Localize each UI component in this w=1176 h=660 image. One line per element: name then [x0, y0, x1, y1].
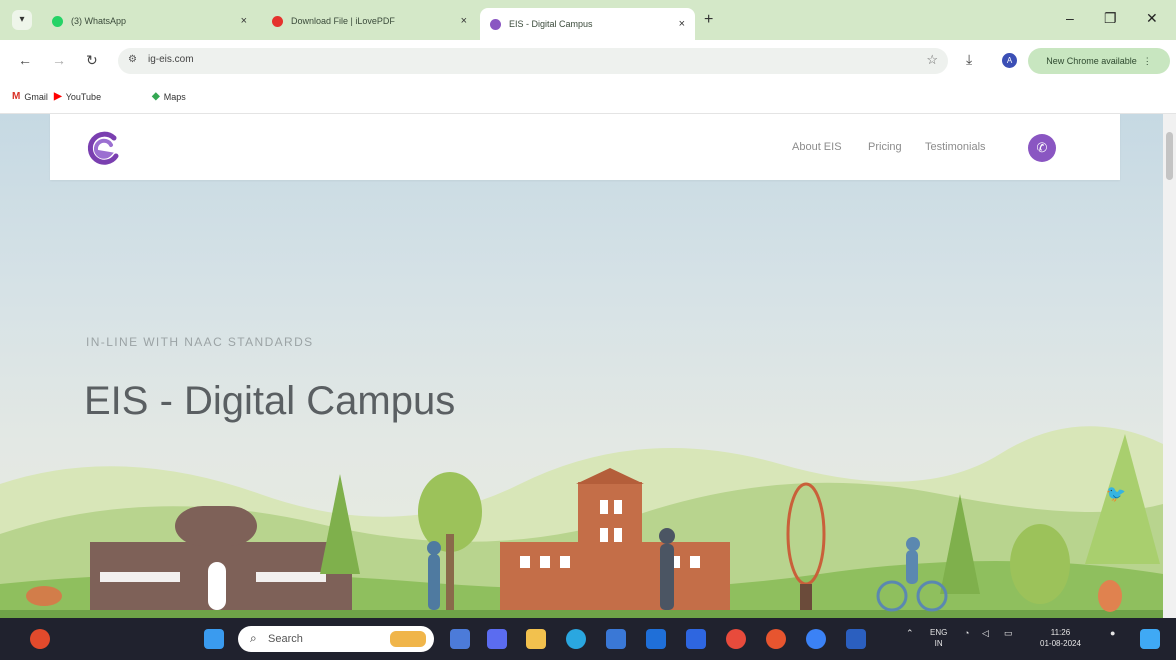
eis-logo-icon[interactable]	[84, 128, 124, 168]
address-bar[interactable]: ⚙ ig-eis.com ☆	[118, 48, 948, 74]
copilot-icon[interactable]	[1140, 629, 1160, 649]
language-indicator[interactable]: ENG IN	[930, 627, 947, 649]
bookmark-youtube[interactable]: ▶ YouTube	[54, 91, 101, 102]
clock-time: 11:26	[1050, 628, 1071, 637]
close-icon[interactable]: ×	[241, 15, 247, 27]
task-view-icon[interactable]	[450, 629, 470, 649]
hero-title: EIS - Digital Campus	[84, 379, 456, 423]
url-text[interactable]: ig-eis.com	[148, 54, 194, 65]
close-icon[interactable]: ×	[461, 15, 467, 27]
chrome-update-button[interactable]: New Chrome available ⋮	[1028, 48, 1170, 74]
app-icon[interactable]	[806, 629, 826, 649]
chat-icon[interactable]	[487, 629, 507, 649]
bookmark-star-icon[interactable]: ☆	[926, 52, 938, 68]
bookmark-label: Gmail	[24, 91, 48, 102]
chrome-icon[interactable]	[726, 629, 746, 649]
bookmark-label: Maps	[163, 91, 186, 102]
scroll-thumb[interactable]	[1166, 132, 1173, 180]
restore-icon[interactable]: ❐	[1104, 10, 1117, 27]
clock[interactable]: 11:26 01-08-2024	[1040, 627, 1081, 649]
tab-ilovepdf[interactable]: Download File | iLovePDF ×	[262, 7, 477, 35]
phone-icon[interactable]: ✆	[1028, 134, 1056, 162]
download-icon[interactable]: ⤓	[966, 51, 972, 68]
store-icon[interactable]	[646, 629, 666, 649]
nav-testimonials[interactable]: Testimonials	[925, 141, 986, 153]
campus-illustration	[0, 426, 1163, 618]
back-icon[interactable]: ←	[18, 52, 32, 68]
search-highlight-icon	[390, 631, 426, 647]
tab-title: (3) WhatsApp	[71, 16, 127, 26]
taskbar: ⌕ Search ⌃ ENG IN ◔ ◁ ▭ 11:26 01-08-2024…	[0, 618, 1176, 660]
bookmark-label: YouTube	[65, 91, 102, 102]
gmail-icon: M	[12, 91, 21, 102]
ilovepdf-icon	[272, 15, 283, 27]
zoom-icon[interactable]	[686, 629, 706, 649]
tab-title: EIS - Digital Campus	[509, 19, 593, 29]
reload-icon[interactable]: ↻	[86, 52, 98, 69]
menu-kebab-icon: ⋮	[1142, 55, 1152, 66]
maps-icon: ◆	[152, 91, 160, 102]
youtube-icon: ▶	[54, 91, 62, 102]
hero-eyebrow: IN-LINE WITH NAAC STANDARDS	[86, 335, 314, 349]
nav-about-eis[interactable]: About EIS	[792, 141, 842, 153]
brave-icon[interactable]	[766, 629, 786, 649]
clock-date: 01-08-2024	[1040, 639, 1081, 648]
bookmarks-bar: M Gmail ▶ YouTube ◆ Maps	[0, 82, 1176, 114]
site-header: About EIS Pricing Testimonials ✆	[50, 114, 1120, 180]
windows-start-icon[interactable]	[204, 629, 224, 649]
eis-icon	[490, 18, 501, 30]
browser-toolbar: ← → ↻ ⚙ ig-eis.com ☆ ⤓ A New Chrome avai…	[0, 40, 1176, 82]
tab-whatsapp[interactable]: (3) WhatsApp ×	[42, 7, 257, 35]
update-label: New Chrome available	[1046, 56, 1137, 66]
tab-title: Download File | iLovePDF	[291, 16, 395, 26]
page-viewport: About EIS Pricing Testimonials ✆ IN-LINE…	[0, 114, 1163, 618]
tab-search-button[interactable]: ▾	[12, 10, 32, 30]
file-explorer-icon[interactable]	[526, 629, 546, 649]
close-icon[interactable]: ×	[679, 18, 685, 30]
region-code: IN	[934, 639, 943, 648]
edge-icon[interactable]	[566, 629, 586, 649]
profile-avatar[interactable]: A	[1002, 53, 1017, 68]
taskbar-search[interactable]: ⌕ Search	[238, 626, 434, 652]
volume-icon[interactable]: ◁	[982, 628, 989, 639]
bookmark-maps[interactable]: ◆ Maps	[152, 91, 186, 102]
word-icon[interactable]	[846, 629, 866, 649]
notification-bell-icon[interactable]: ●	[1110, 628, 1115, 638]
taskbar-search-placeholder: Search	[268, 633, 303, 645]
tab-strip: ▾ (3) WhatsApp × Download File | iLovePD…	[0, 0, 1176, 40]
tab-eis-digital-campus[interactable]: EIS - Digital Campus ×	[480, 8, 695, 40]
search-icon: ⌕	[250, 631, 257, 645]
bookmark-gmail[interactable]: M Gmail	[12, 91, 48, 102]
window-close-icon[interactable]: ✕	[1146, 10, 1158, 27]
wifi-icon[interactable]: ◔	[964, 628, 969, 638]
mail-icon[interactable]	[606, 629, 626, 649]
twitter-icon[interactable]: 🐦	[1106, 484, 1126, 504]
new-tab-button[interactable]: +	[704, 11, 713, 29]
tray-overflow-icon[interactable]: ⌃	[906, 628, 914, 639]
forward-icon[interactable]: →	[52, 52, 66, 68]
screen: ▾ (3) WhatsApp × Download File | iLovePD…	[0, 0, 1176, 660]
page-scrollbar[interactable]	[1163, 114, 1176, 618]
nav-pricing[interactable]: Pricing	[868, 141, 902, 153]
site-info-icon[interactable]: ⚙	[128, 54, 137, 65]
whatsapp-icon	[52, 15, 63, 27]
battery-icon[interactable]: ▭	[1004, 628, 1013, 639]
notification-app-icon[interactable]	[30, 629, 50, 649]
language-code: ENG	[930, 628, 948, 637]
minimize-icon[interactable]: –	[1066, 10, 1074, 26]
